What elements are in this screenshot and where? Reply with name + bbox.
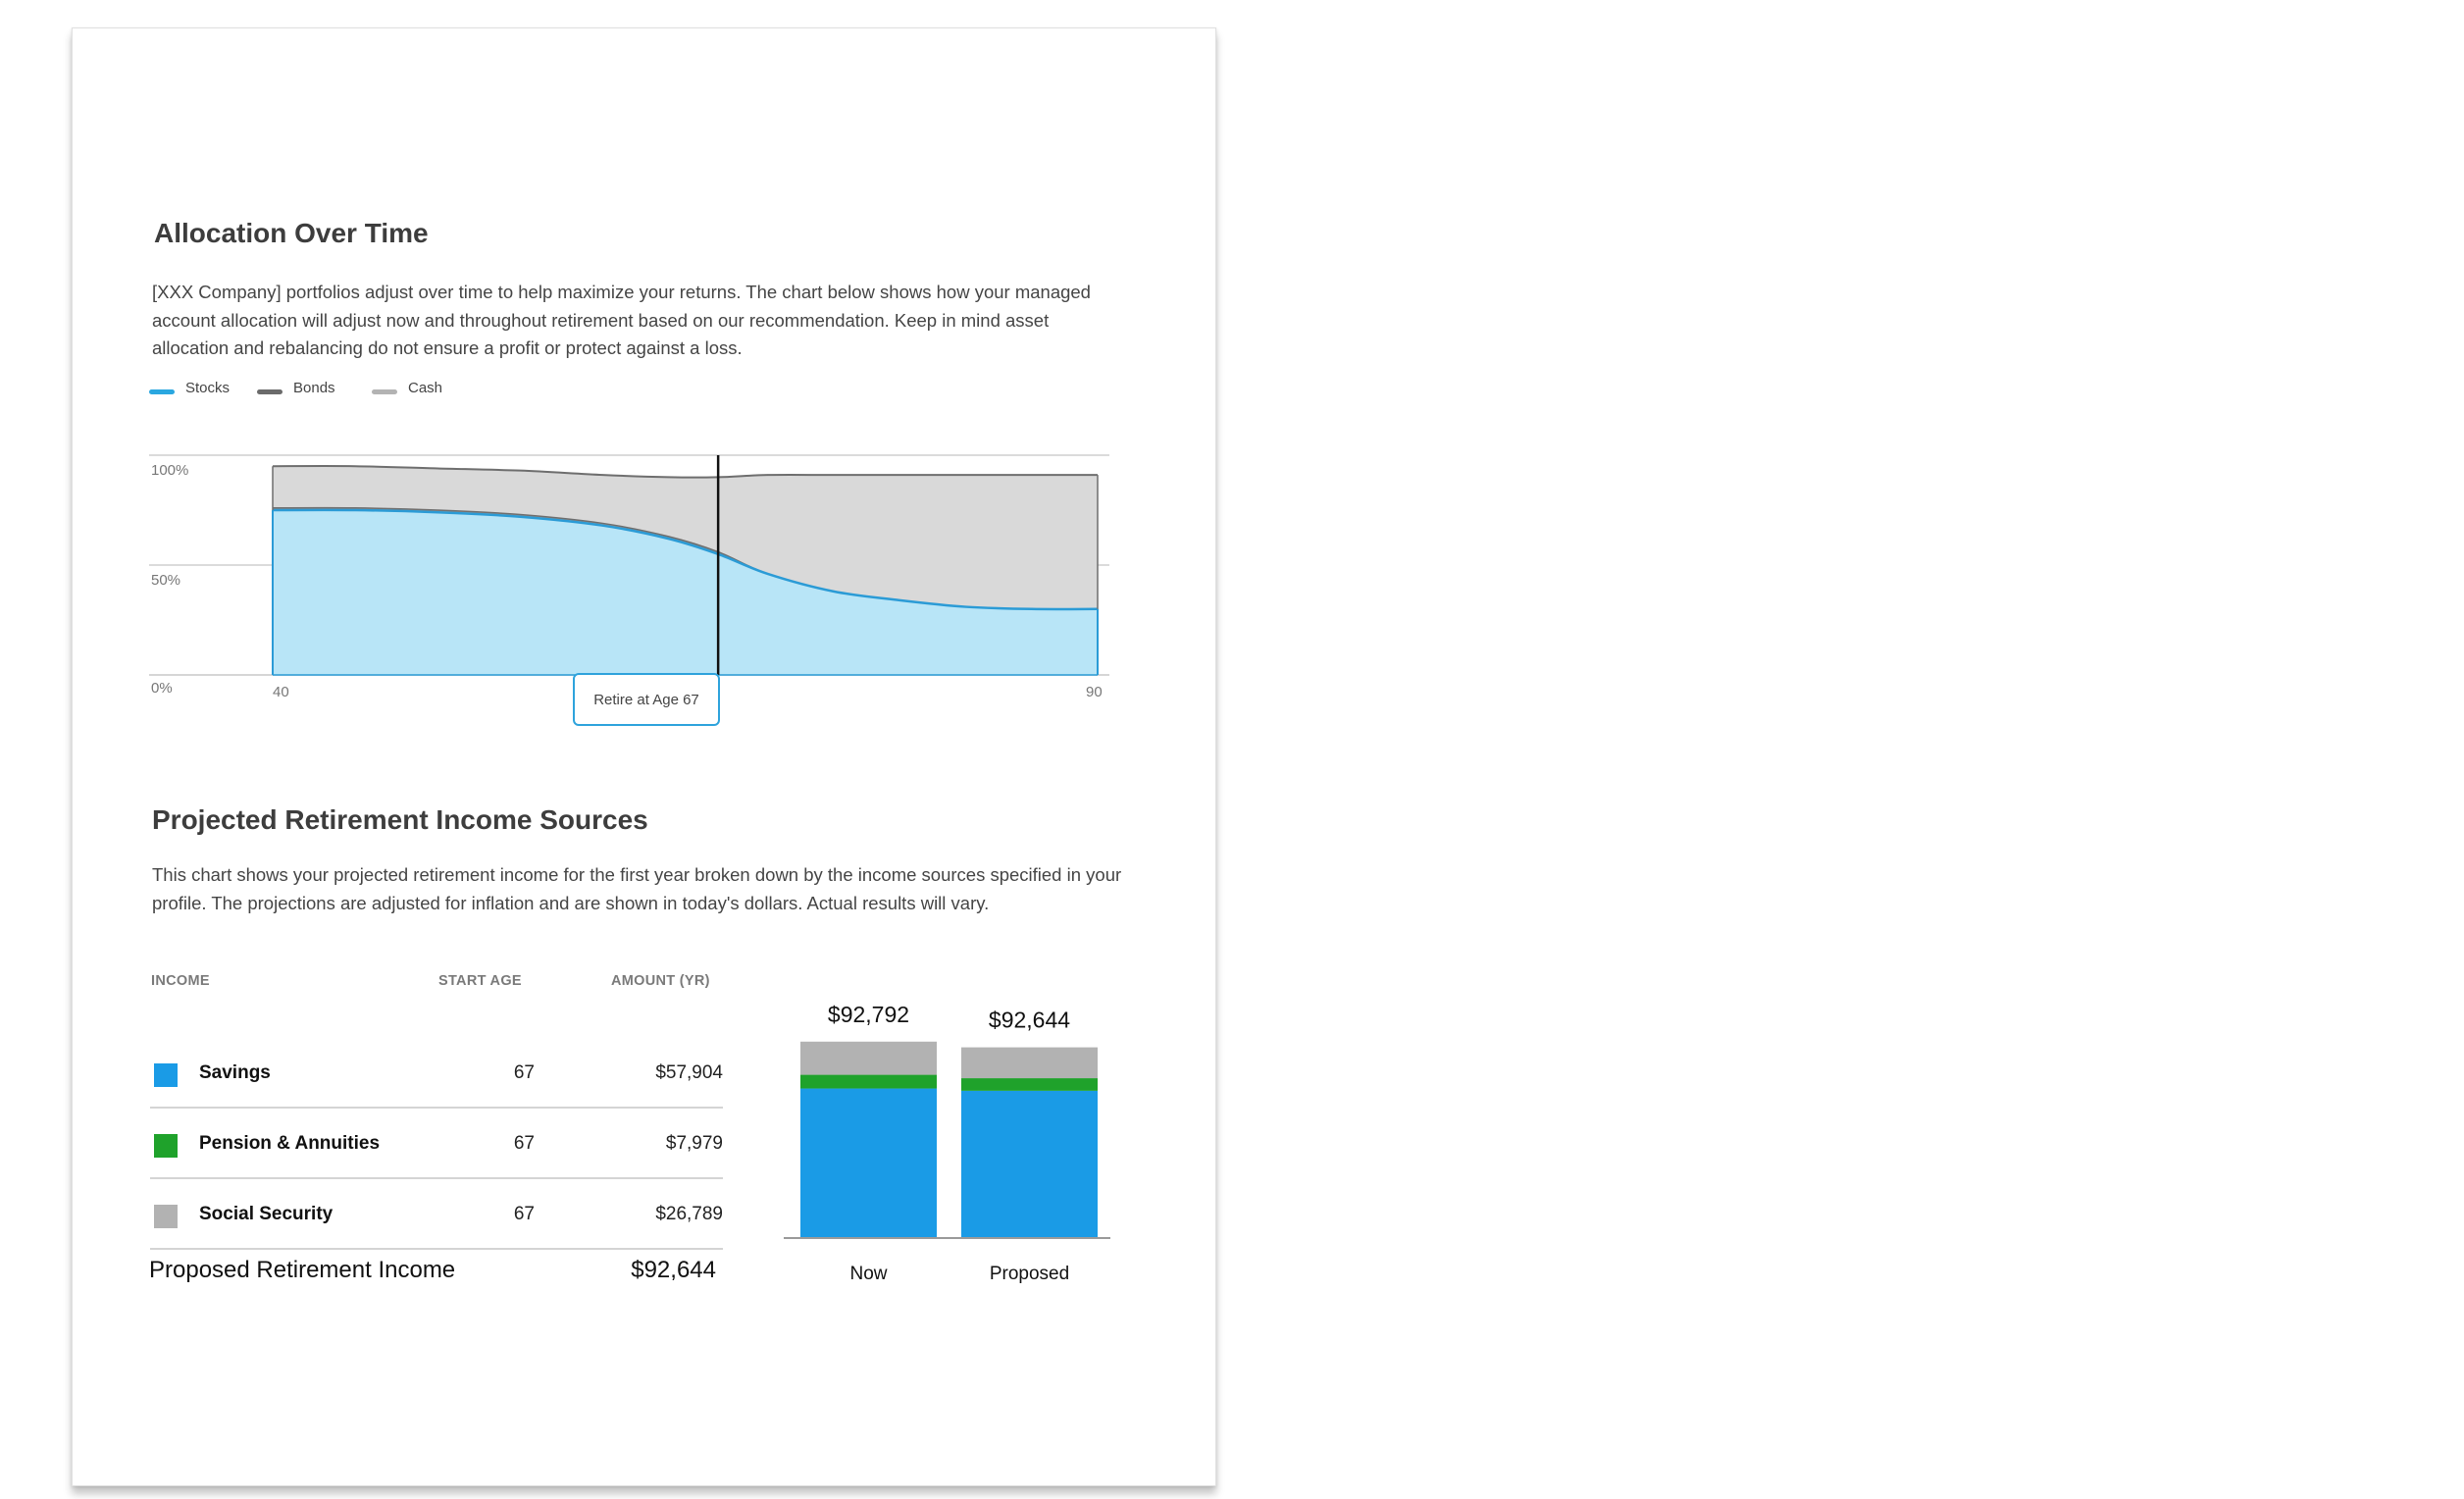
savings-swatch (154, 1063, 178, 1087)
y-tick-label: 0% (151, 680, 173, 697)
column-header-start-age: START AGE (438, 973, 522, 989)
pension-swatch (154, 1134, 178, 1158)
income-row-social-security: Social Security 67 $26,789 (150, 1177, 723, 1250)
y-tick-label: 100% (151, 462, 188, 479)
income-source-name: Savings (199, 1062, 271, 1083)
y-tick-label: 50% (151, 572, 180, 589)
column-header-amount: AMOUNT (YR) (611, 973, 710, 989)
income-title: Projected Retirement Income Sources (152, 804, 648, 835)
income-amount: $7,979 (665, 1133, 723, 1154)
retire-age-marker: Retire at Age 67 (573, 673, 720, 726)
income-start-age: 67 (513, 1062, 535, 1083)
income-start-age: 67 (513, 1133, 535, 1154)
social-security-swatch (154, 1205, 178, 1228)
income-start-age: 67 (513, 1204, 535, 1224)
column-header-income: INCOME (151, 973, 210, 989)
income-amount: $57,904 (655, 1062, 723, 1083)
income-source-name: Pension & Annuities (199, 1133, 381, 1154)
income-row-pension: Pension & Annuities 67 $7,979 (150, 1107, 723, 1179)
income-amount: $26,789 (655, 1204, 723, 1224)
x-tick-label: 40 (273, 684, 289, 700)
x-tick-label: 90 (1086, 684, 1103, 700)
total-income-label: Proposed Retirement Income (149, 1257, 456, 1283)
income-source-name: Social Security (199, 1204, 334, 1224)
income-row-savings: Savings 67 $57,904 (150, 1036, 723, 1109)
total-income-amount: $92,644 (631, 1257, 716, 1283)
income-description: This chart shows your projected retireme… (152, 864, 1122, 913)
